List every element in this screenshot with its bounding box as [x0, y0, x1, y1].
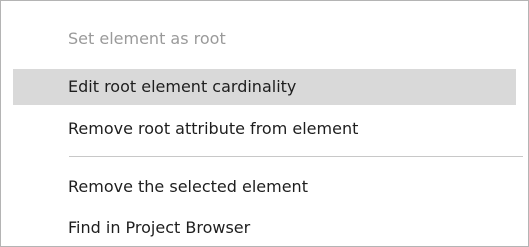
context-menu: Set element as root Edit root element ca… — [0, 0, 529, 247]
menu-item-set-element-as-root: Set element as root — [68, 29, 226, 48]
menu-item-remove-selected-element[interactable]: Remove the selected element — [13, 169, 516, 205]
menu-item-find-in-project-browser[interactable]: Find in Project Browser — [13, 210, 516, 246]
menu-separator — [69, 156, 523, 157]
menu-item-remove-root-attribute[interactable]: Remove root attribute from element — [13, 111, 516, 147]
menu-item-edit-root-element-cardinality[interactable]: Edit root element cardinality — [13, 69, 516, 105]
